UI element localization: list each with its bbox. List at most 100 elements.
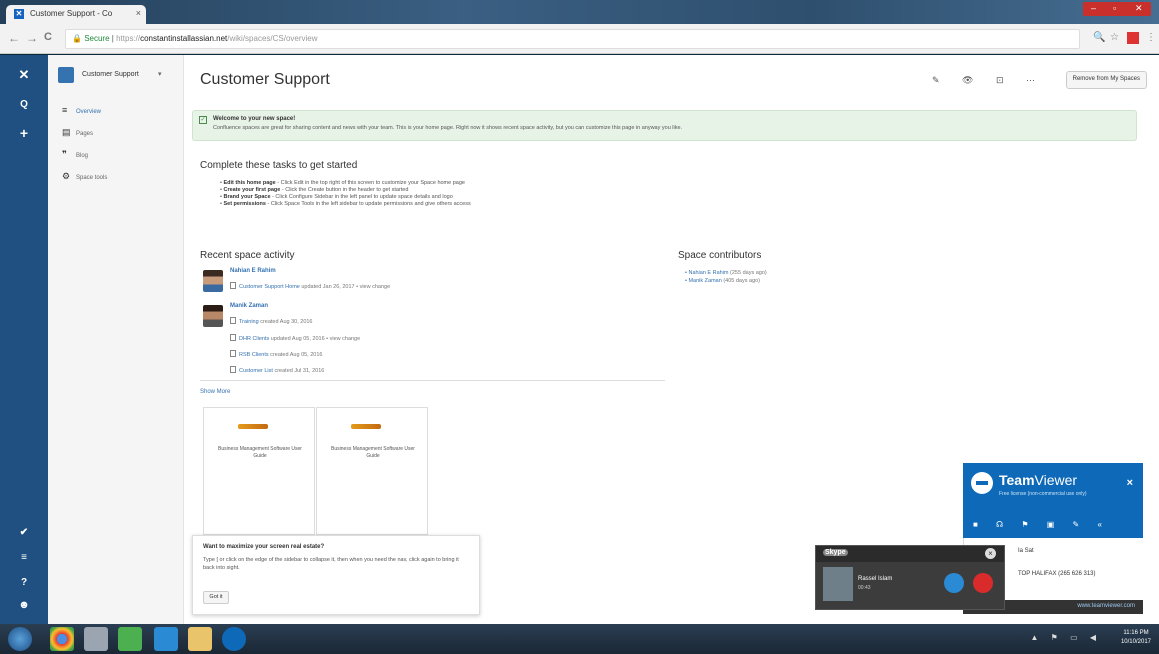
space-sidebar: Customer Support ▾ ≡ Overview ▤ Pages ❞ Blo… xyxy=(48,55,184,624)
back-icon[interactable]: ← xyxy=(8,31,20,45)
list-item[interactable]: Customer List created Jul 31, 2016 xyxy=(230,366,324,374)
reload-icon[interactable]: C xyxy=(44,31,52,43)
page-link[interactable]: Customer List xyxy=(239,368,273,374)
zoom-icon[interactable]: 🔍 xyxy=(1093,32,1105,43)
contributors-list: • Nahian E Rahim (255 days ago) • Manik … xyxy=(685,269,767,285)
notifications-icon[interactable]: ✔ xyxy=(14,527,34,545)
contributor-meta: (405 days ago) xyxy=(721,278,761,284)
url-input[interactable]: 🔒 Secure | https://constantinstallassian… xyxy=(65,29,1080,49)
sidebar-tip-dialog: Want to maximize your screen real estate… xyxy=(192,535,480,615)
hang-up-button[interactable] xyxy=(973,573,993,593)
teamviewer-title: TeamViewer xyxy=(999,472,1077,488)
task-text: - Click Space Tools in the left sidebar … xyxy=(265,201,471,207)
activity-meta: updated Jan 26, 2017 • view change xyxy=(299,284,391,290)
call-info-button[interactable] xyxy=(944,573,964,593)
maximize-icon[interactable]: ▫ xyxy=(1113,3,1116,13)
recent-activity-heading: Recent space activity xyxy=(200,250,295,261)
task-bold: Set permissions xyxy=(223,201,266,207)
sidebar-item-label: Overview xyxy=(76,109,102,115)
page-icon xyxy=(230,350,236,357)
forward-icon[interactable]: → xyxy=(26,31,38,45)
sidebar-item-pages[interactable]: ▤ Pages xyxy=(62,127,93,141)
bookmark-star-icon[interactable]: ☆ xyxy=(1110,32,1119,43)
page-icon xyxy=(230,334,236,341)
skype-icon[interactable] xyxy=(154,627,178,651)
contributor-link[interactable]: Manik Zaman xyxy=(688,278,721,284)
list-item[interactable]: RSB Clients created Aug 05, 2016 xyxy=(230,350,322,358)
teamviewer-icon[interactable] xyxy=(222,627,246,651)
teamviewer-toolbar[interactable]: ■ ☊ ⚑ ▣ ✎ « xyxy=(973,520,1110,529)
sidebar-item-label: Space tools xyxy=(76,175,108,181)
welcome-title: Welcome to your new space! xyxy=(213,116,296,122)
list-item[interactable]: Customer Support Home updated Jan 26, 20… xyxy=(230,282,390,290)
page-link[interactable]: Training xyxy=(239,319,259,325)
activity-meta: created Aug 05, 2016 xyxy=(268,352,323,358)
extension-icon[interactable] xyxy=(1127,32,1139,44)
list-item[interactable]: Training created Aug 30, 2016 xyxy=(230,317,313,325)
page-tools[interactable]: ✎ 👁 ⊡ ⋯ xyxy=(932,75,1045,86)
page-icon xyxy=(230,282,236,289)
page-link[interactable]: Customer Support Home xyxy=(239,284,300,290)
task-list: • Edit this home page - Click Edit in th… xyxy=(220,180,471,208)
list-item[interactable]: TOP HALIFAX (265 626 313) xyxy=(1018,571,1096,577)
create-icon[interactable]: + xyxy=(14,125,34,143)
author-name[interactable]: Manik Zaman xyxy=(230,303,268,309)
list-item: • Create your first page - Click the Cre… xyxy=(220,187,409,193)
file-explorer-icon[interactable] xyxy=(188,627,212,651)
page-link[interactable]: DHR Clients xyxy=(239,336,269,342)
tab-close-icon[interactable]: × xyxy=(136,8,141,18)
clock-time: 11:16 PM xyxy=(1123,630,1149,636)
caller-name: Rassel Islam xyxy=(858,576,893,582)
list-item[interactable]: DHR Clients updated Aug 05, 2016 • view … xyxy=(230,334,360,342)
page-icon xyxy=(230,366,236,373)
search-icon[interactable]: Q xyxy=(14,99,34,117)
address-bar: ← → C 🔒 Secure | https://constantinstall… xyxy=(0,24,1159,54)
sidebar-item-overview[interactable]: ≡ Overview xyxy=(62,105,101,119)
help-icon[interactable]: ? xyxy=(14,577,34,595)
brand-logo-icon xyxy=(238,424,268,429)
secure-lock-icon: 🔒 xyxy=(72,34,85,43)
contributor-link[interactable]: Nahian E Rahim xyxy=(688,270,728,276)
welcome-body: Confluence spaces are great for sharing … xyxy=(213,125,683,131)
page-card[interactable]: Business Management Software User Guide xyxy=(316,407,428,535)
close-window-icon[interactable]: ✕ xyxy=(1135,3,1143,14)
remove-from-my-spaces-button[interactable]: Remove from My Spaces xyxy=(1065,71,1147,89)
close-icon[interactable]: × xyxy=(985,548,996,559)
clock-date: 10/10/2017 xyxy=(1120,639,1151,645)
list-item[interactable]: Ia Sat xyxy=(1018,548,1034,554)
avatar[interactable] xyxy=(203,305,223,327)
page-icon xyxy=(230,317,236,324)
space-logo-icon[interactable] xyxy=(58,67,74,83)
app-icon[interactable] xyxy=(84,627,108,651)
windows-taskbar: ▲ ⚑ ▭ ◀ 11:16 PM 10/10/2017 xyxy=(0,624,1159,654)
space-name[interactable]: Customer Support xyxy=(82,71,139,78)
author-name[interactable]: Nahian E Rahim xyxy=(230,268,276,274)
browser-tab-bar: ✕ Customer Support - Co × ‒ ▫ ✕ xyxy=(0,0,1159,24)
system-tray[interactable]: ▲ ⚑ ▭ ◀ xyxy=(1031,633,1101,642)
confluence-logo-icon[interactable]: ✕ xyxy=(14,67,34,85)
window-controls[interactable]: ‒ ▫ ✕ xyxy=(1083,2,1151,16)
browser-tab[interactable]: ✕ Customer Support - Co × xyxy=(6,5,146,24)
start-button-icon[interactable] xyxy=(8,627,32,651)
profile-avatar-icon[interactable]: ☻ xyxy=(14,599,34,617)
chrome-icon[interactable] xyxy=(50,627,74,651)
utorrent-icon[interactable] xyxy=(118,627,142,651)
menu-icon[interactable]: ≡ xyxy=(14,552,34,570)
chrome-menu-icon[interactable]: ⋮ xyxy=(1146,32,1156,43)
minimize-icon[interactable]: ‒ xyxy=(1091,3,1096,13)
sidebar-item-blog[interactable]: ❞ Blog xyxy=(62,149,88,163)
contributors-heading: Space contributors xyxy=(678,250,762,261)
chevron-down-icon[interactable]: ▾ xyxy=(158,70,162,78)
show-more-link[interactable]: Show More xyxy=(200,389,230,395)
close-icon[interactable]: × xyxy=(1127,477,1133,489)
list-item: • Manik Zaman (405 days ago) xyxy=(685,278,761,284)
tip-title: Want to maximize your screen real estate… xyxy=(203,544,325,550)
gear-icon: ⚙ xyxy=(62,171,71,181)
confluence-favicon-icon: ✕ xyxy=(14,9,24,19)
got-it-button[interactable]: Got it xyxy=(203,591,229,604)
clock[interactable]: 11:16 PM 10/10/2017 xyxy=(1121,629,1151,647)
sidebar-item-space-tools[interactable]: ⚙ Space tools xyxy=(62,171,107,185)
page-link[interactable]: RSB Clients xyxy=(239,352,269,358)
page-card[interactable]: Business Management Software User Guide xyxy=(203,407,315,535)
avatar[interactable] xyxy=(203,270,223,292)
